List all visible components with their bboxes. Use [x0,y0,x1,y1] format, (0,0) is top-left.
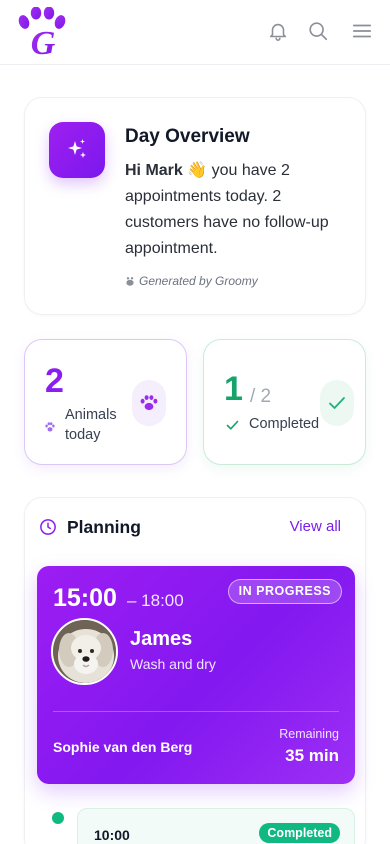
current-appointment-card[interactable]: 15:00 – 18:00 IN PROGRESS James Wash and… [37,566,355,784]
overview-message: Hi Mark 👋 you have 2 appointments today.… [125,158,355,262]
pet-avatar [51,618,118,685]
greeting-name: Hi Mark [125,162,183,179]
in-progress-badge: IN PROGRESS [227,579,342,604]
service-name: Wash and dry [130,656,216,672]
planning-title: Planning [67,517,141,537]
animals-today-stat[interactable]: 2 Animals today [24,339,187,465]
generated-by-note: Generated by Groomy [125,274,258,288]
view-all-link[interactable]: View all [290,518,341,535]
groomy-logo[interactable]: G [17,6,67,62]
completed-badge: Completed [259,823,340,843]
animals-label: Animals today [65,407,117,443]
completed-label: Completed [249,416,320,432]
clock-icon [39,518,57,541]
paw-icon [132,380,166,426]
check-icon [320,380,354,426]
completed-count: 1 [224,370,243,408]
timeline-dot [52,812,64,824]
next-appointment-card[interactable]: 10:00 Completed [77,808,355,844]
remaining-value: 35 min [285,746,339,765]
svg-text:G: G [31,25,56,59]
check-small-icon [226,418,239,436]
remaining-label: Remaining [279,727,339,741]
owner-name: Sophie van den Berg [53,739,193,755]
groomy-small-icon [126,277,134,286]
sparkles-icon [49,122,105,178]
bell-icon[interactable] [267,20,289,42]
pet-name: James [130,628,193,650]
top-bar: G [0,0,390,65]
menu-icon[interactable] [351,20,373,42]
planning-card: Planning View all 15:00 – 18:00 IN PROGR… [24,497,366,844]
overview-title: Day Overview [125,126,250,147]
appointment-start-time: 15:00 [53,584,117,612]
search-icon[interactable] [307,20,329,42]
day-overview-card: Day Overview Hi Mark 👋 you have 2 appoin… [24,97,366,315]
generated-by-text: Generated by Groomy [139,274,258,288]
animals-count: 2 [45,362,64,400]
divider [53,711,339,712]
completed-stat[interactable]: 1 / 2 Completed [203,339,366,465]
paw-small-icon [45,419,55,437]
completed-total: / 2 [250,386,272,407]
wave-emoji: 👋 [187,162,208,179]
next-appointment-time: 10:00 [94,827,130,843]
appointment-end-time: – 18:00 [127,591,184,610]
